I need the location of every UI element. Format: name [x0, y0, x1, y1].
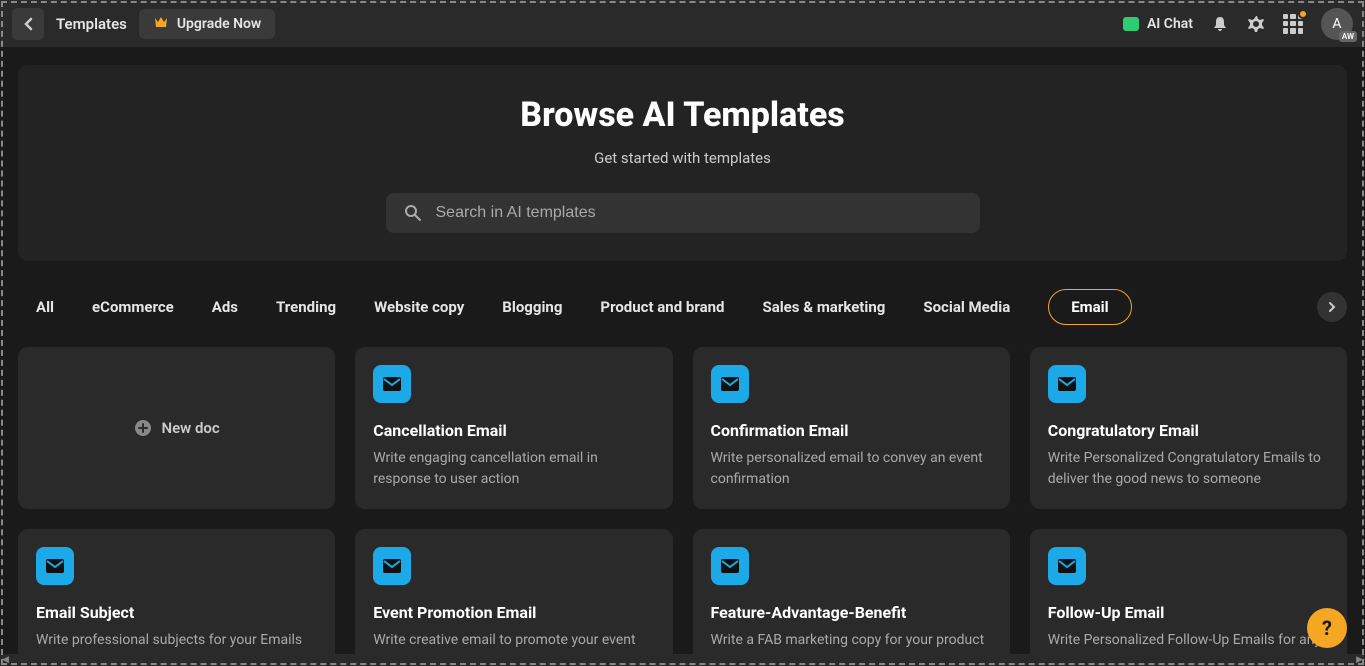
- search-input[interactable]: [436, 204, 962, 222]
- card-desc: Write a FAB marketing copy for your prod…: [711, 630, 992, 651]
- tab-blogging[interactable]: Blogging: [502, 290, 562, 324]
- help-label: ?: [1322, 616, 1332, 640]
- card-title: Event Promotion Email: [373, 603, 654, 622]
- settings-button[interactable]: [1247, 15, 1265, 33]
- tab-website-copy[interactable]: Website copy: [374, 290, 464, 324]
- page-title: Templates: [56, 15, 127, 33]
- ai-chat-button[interactable]: AI Chat: [1123, 16, 1193, 32]
- category-tabs-row: All eCommerce Ads Trending Website copy Blogg…: [18, 289, 1347, 325]
- hero-subtitle: Get started with templates: [38, 149, 1327, 167]
- tabs-scroll-right-button[interactable]: [1317, 292, 1347, 322]
- card-desc: Write professional subjects for your Ema…: [36, 630, 317, 651]
- envelope-icon: [1048, 547, 1086, 585]
- card-title: Feature-Advantage-Benefit: [711, 603, 992, 622]
- gear-icon: [1247, 15, 1265, 33]
- envelope-icon: [711, 547, 749, 585]
- envelope-icon: [1048, 365, 1086, 403]
- ai-chat-label: AI Chat: [1147, 16, 1193, 32]
- notifications-button[interactable]: [1211, 15, 1229, 33]
- apps-button[interactable]: [1283, 14, 1303, 34]
- template-card[interactable]: Feature-Advantage-Benefit Write a FAB ma…: [693, 529, 1010, 654]
- template-card[interactable]: Event Promotion Email Write creative ema…: [355, 529, 672, 654]
- template-card[interactable]: Follow-Up Email Write Personalized Follo…: [1030, 529, 1347, 654]
- card-title: Confirmation Email: [711, 421, 992, 440]
- chat-icon: [1123, 17, 1139, 31]
- card-title: Congratulatory Email: [1048, 421, 1329, 440]
- chevron-right-icon: [1328, 301, 1336, 313]
- hero-title: Browse AI Templates: [38, 95, 1327, 135]
- new-doc-card[interactable]: New doc: [18, 347, 335, 509]
- help-button[interactable]: ?: [1307, 608, 1347, 648]
- app-header: Templates Upgrade Now AI Chat A AW: [0, 0, 1365, 47]
- card-desc: Write engaging cancellation email in res…: [373, 448, 654, 490]
- tab-email[interactable]: Email: [1048, 289, 1131, 325]
- avatar-initial: A: [1332, 16, 1341, 32]
- card-title: Follow-Up Email: [1048, 603, 1329, 622]
- hero-section: Browse AI Templates Get started with tem…: [18, 65, 1347, 261]
- envelope-icon: [36, 547, 74, 585]
- tab-social-media[interactable]: Social Media: [923, 290, 1010, 324]
- back-button[interactable]: [12, 8, 44, 40]
- category-tabs: All eCommerce Ads Trending Website copy Blogg…: [18, 289, 1311, 325]
- card-desc: Write Personalized Congratulatory Emails…: [1048, 448, 1329, 490]
- tab-ads[interactable]: Ads: [212, 290, 238, 324]
- template-card[interactable]: Cancellation Email Write engaging cancel…: [355, 347, 672, 509]
- upgrade-label: Upgrade Now: [177, 16, 261, 32]
- horizontal-scrollbar[interactable]: ◀ ▶: [0, 654, 1365, 666]
- template-card[interactable]: Email Subject Write professional subject…: [18, 529, 335, 654]
- search-icon: [404, 204, 422, 222]
- envelope-icon: [373, 365, 411, 403]
- avatar-button[interactable]: A AW: [1321, 8, 1353, 40]
- scroll-right-arrow[interactable]: ▶: [1356, 655, 1363, 665]
- card-title: Cancellation Email: [373, 421, 654, 440]
- search-box[interactable]: [386, 193, 980, 233]
- scroll-left-arrow[interactable]: ◀: [2, 655, 9, 665]
- template-card[interactable]: Confirmation Email Write personalized em…: [693, 347, 1010, 509]
- template-grid: New doc Cancellation Email Write engagin…: [18, 347, 1347, 654]
- bell-icon: [1211, 15, 1229, 33]
- plus-circle-icon: [134, 419, 152, 437]
- card-desc: Write personalized email to convey an ev…: [711, 448, 992, 490]
- envelope-icon: [711, 365, 749, 403]
- apps-notification-badge: [1298, 9, 1308, 19]
- main-content: Browse AI Templates Get started with tem…: [0, 47, 1365, 654]
- avatar-badge: AW: [1339, 31, 1357, 42]
- tab-all[interactable]: All: [36, 290, 54, 324]
- chevron-left-icon: [23, 17, 33, 31]
- card-desc: Write creative email to promote your eve…: [373, 630, 654, 651]
- crown-icon: [153, 15, 169, 33]
- tab-sales-marketing[interactable]: Sales & marketing: [762, 290, 885, 324]
- tab-ecommerce[interactable]: eCommerce: [92, 290, 174, 324]
- upgrade-button[interactable]: Upgrade Now: [139, 9, 275, 39]
- new-doc-label: New doc: [162, 419, 220, 437]
- tab-trending[interactable]: Trending: [276, 290, 336, 324]
- card-desc: Write Personalized Follow-Up Emails for …: [1048, 630, 1329, 654]
- template-card[interactable]: Congratulatory Email Write Personalized …: [1030, 347, 1347, 509]
- tab-product-and-brand[interactable]: Product and brand: [600, 290, 724, 324]
- card-title: Email Subject: [36, 603, 317, 622]
- envelope-icon: [373, 547, 411, 585]
